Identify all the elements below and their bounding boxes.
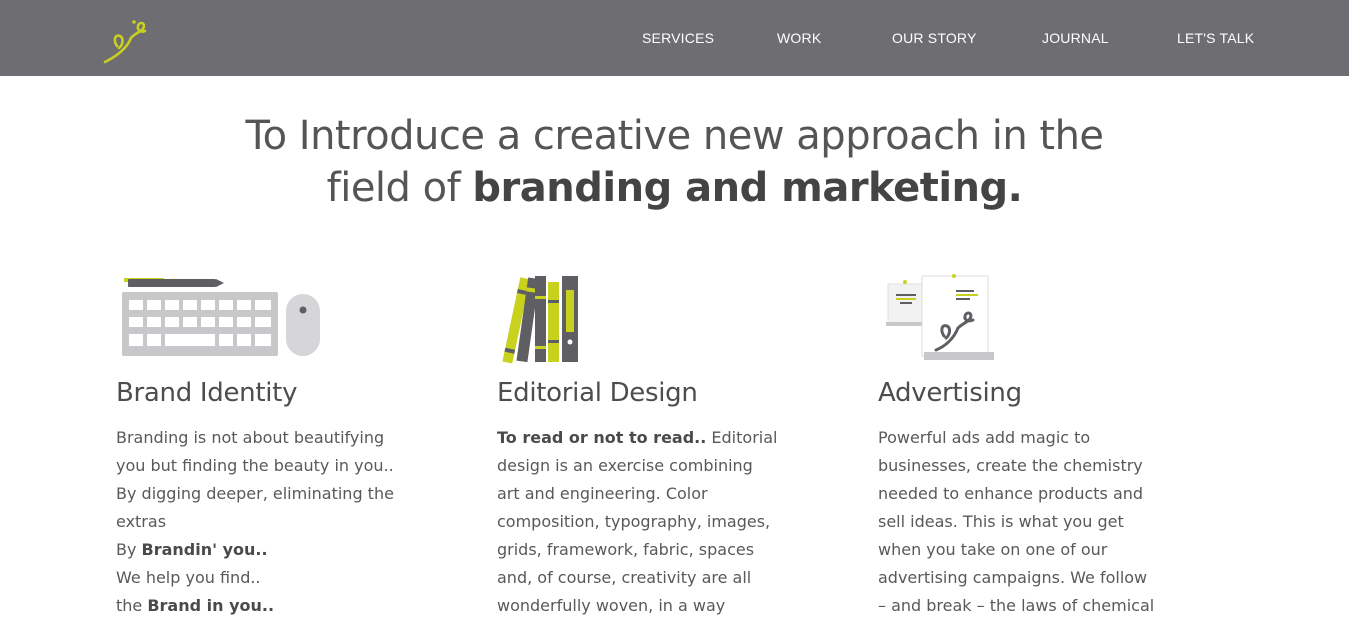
service-title: Editorial Design bbox=[497, 378, 698, 408]
nav-link-our-story[interactable]: OUR STORY bbox=[892, 30, 977, 46]
description-line: design is an exercise combining bbox=[497, 456, 753, 475]
description-line: sell ideas. This is what you get bbox=[878, 512, 1124, 531]
hero-line-2-bold: branding and marketing. bbox=[472, 165, 1023, 211]
service-description: Powerful ads add magic to businesses, cr… bbox=[878, 424, 1208, 620]
description-line: needed to enhance products and bbox=[878, 484, 1144, 503]
line-prefix: the bbox=[116, 596, 148, 615]
description-line: wonderfully woven, in a way bbox=[497, 596, 726, 615]
books-binders-icon bbox=[497, 270, 827, 366]
nav-link-journal[interactable]: JOURNAL bbox=[1042, 30, 1109, 46]
line-emphasis: Brand in you.. bbox=[147, 596, 275, 615]
description-line: art and engineering. Color bbox=[497, 484, 708, 503]
service-description: Branding is not about beautifying you bu… bbox=[116, 424, 446, 620]
service-title: Brand Identity bbox=[116, 378, 298, 408]
hero-headline: To Introduce a creative new approach in … bbox=[0, 110, 1349, 214]
description-line: By digging deeper, eliminating the bbox=[116, 484, 394, 503]
service-description: To read or not to read.. Editorial desig… bbox=[497, 424, 827, 620]
description-line: By Brandin' you.. bbox=[116, 536, 446, 564]
description-line: Powerful ads add magic to bbox=[878, 428, 1091, 447]
service-advertising: Advertising Powerful ads add magic to bu… bbox=[878, 270, 1208, 620]
nav-link-services[interactable]: SERVICES bbox=[642, 30, 714, 46]
top-navigation-bar: SERVICES WORK OUR STORY JOURNAL LET'S TA… bbox=[0, 0, 1349, 76]
posters-ads-icon bbox=[878, 270, 1208, 366]
hero-line-2-prefix: field of bbox=[326, 165, 473, 211]
service-editorial-design: Editorial Design To read or not to read.… bbox=[497, 270, 827, 620]
description-line: extras bbox=[116, 512, 167, 531]
nav-link-work[interactable]: WORK bbox=[777, 30, 821, 46]
description-line: – and break – the laws of chemical bbox=[878, 596, 1155, 615]
line-emphasis: To read or not to read.. bbox=[497, 428, 707, 447]
description-line: composition, typography, images, bbox=[497, 512, 771, 531]
service-brand-identity: Brand Identity Branding is not about bea… bbox=[116, 270, 446, 620]
main-nav: SERVICES WORK OUR STORY JOURNAL LET'S TA… bbox=[0, 0, 1349, 76]
description-line: when you take on one of our bbox=[878, 540, 1108, 559]
description-line: and, of course, creativity are all bbox=[497, 568, 752, 587]
description-line: To read or not to read.. Editorial bbox=[497, 424, 827, 452]
hero-line-1: To Introduce a creative new approach in … bbox=[245, 113, 1104, 159]
line-emphasis: Brandin' you.. bbox=[141, 540, 268, 559]
line-prefix: By bbox=[116, 540, 142, 559]
service-title: Advertising bbox=[878, 378, 1022, 408]
description-line: you but finding the beauty in you.. bbox=[116, 456, 394, 475]
description-line: advertising campaigns. We follow bbox=[878, 568, 1148, 587]
nav-link-lets-talk[interactable]: LET'S TALK bbox=[1177, 30, 1254, 46]
description-line: grids, framework, fabric, spaces bbox=[497, 540, 755, 559]
description-line: Branding is not about beautifying bbox=[116, 428, 385, 447]
line-suffix: Editorial bbox=[706, 428, 778, 447]
description-line: We help you find.. bbox=[116, 568, 261, 587]
description-line: businesses, create the chemistry bbox=[878, 456, 1143, 475]
description-line: the Brand in you.. bbox=[116, 592, 446, 620]
keyboard-mouse-pen-icon bbox=[116, 270, 446, 366]
